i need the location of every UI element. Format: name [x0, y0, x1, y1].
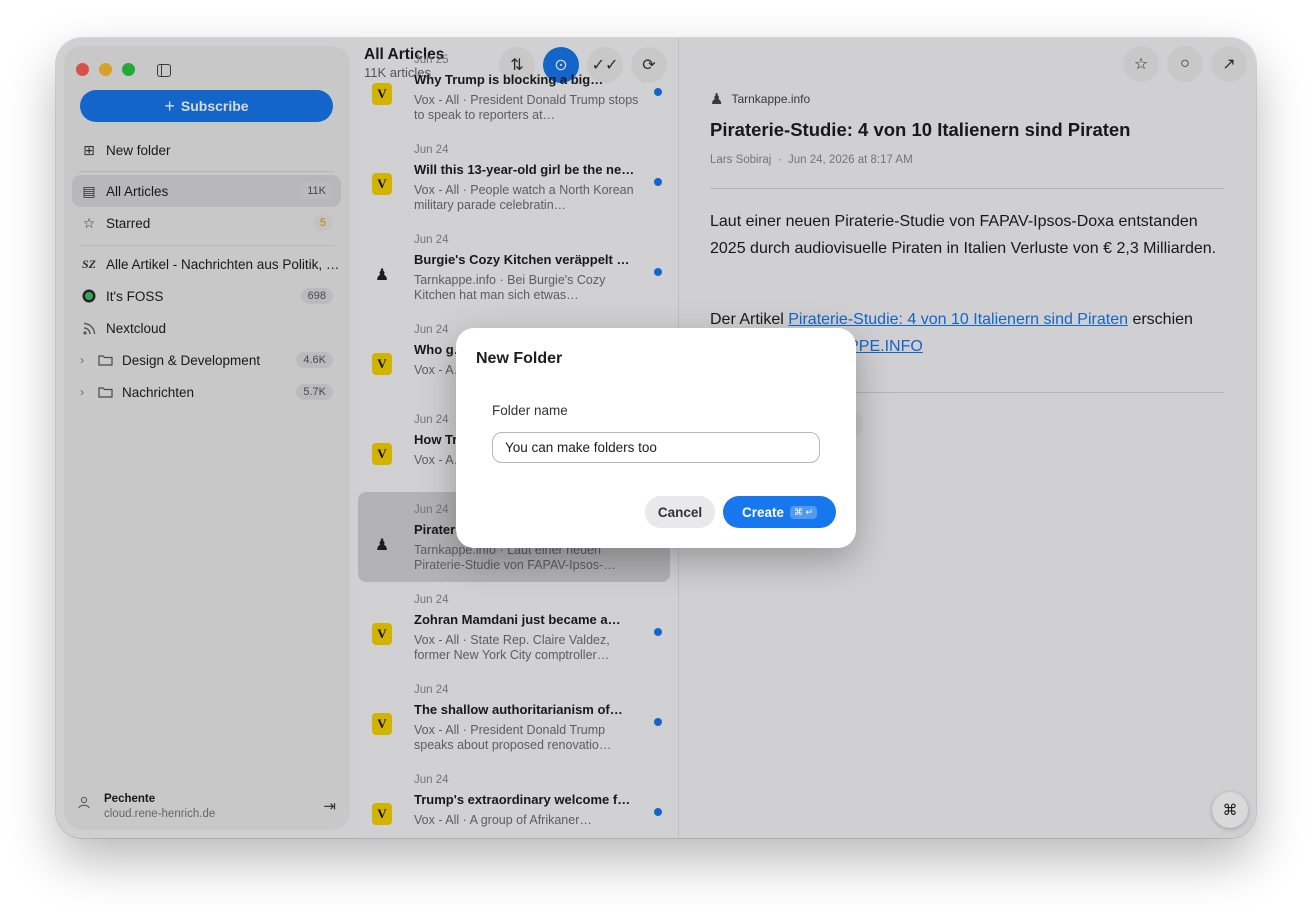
folder-name-input[interactable]: [492, 432, 820, 463]
create-button[interactable]: Create ⌘ ↵: [723, 496, 836, 528]
shortcut-hint: ⌘ ↵: [789, 505, 818, 519]
cancel-button[interactable]: Cancel: [645, 496, 715, 528]
folder-name-label: Folder name: [492, 403, 568, 418]
cancel-label: Cancel: [657, 504, 703, 520]
create-label: Create: [741, 504, 784, 520]
dialog-title: New Folder: [476, 350, 563, 367]
new-folder-dialog: New Folder Folder name Cancel Create ⌘ ↵: [456, 328, 856, 548]
